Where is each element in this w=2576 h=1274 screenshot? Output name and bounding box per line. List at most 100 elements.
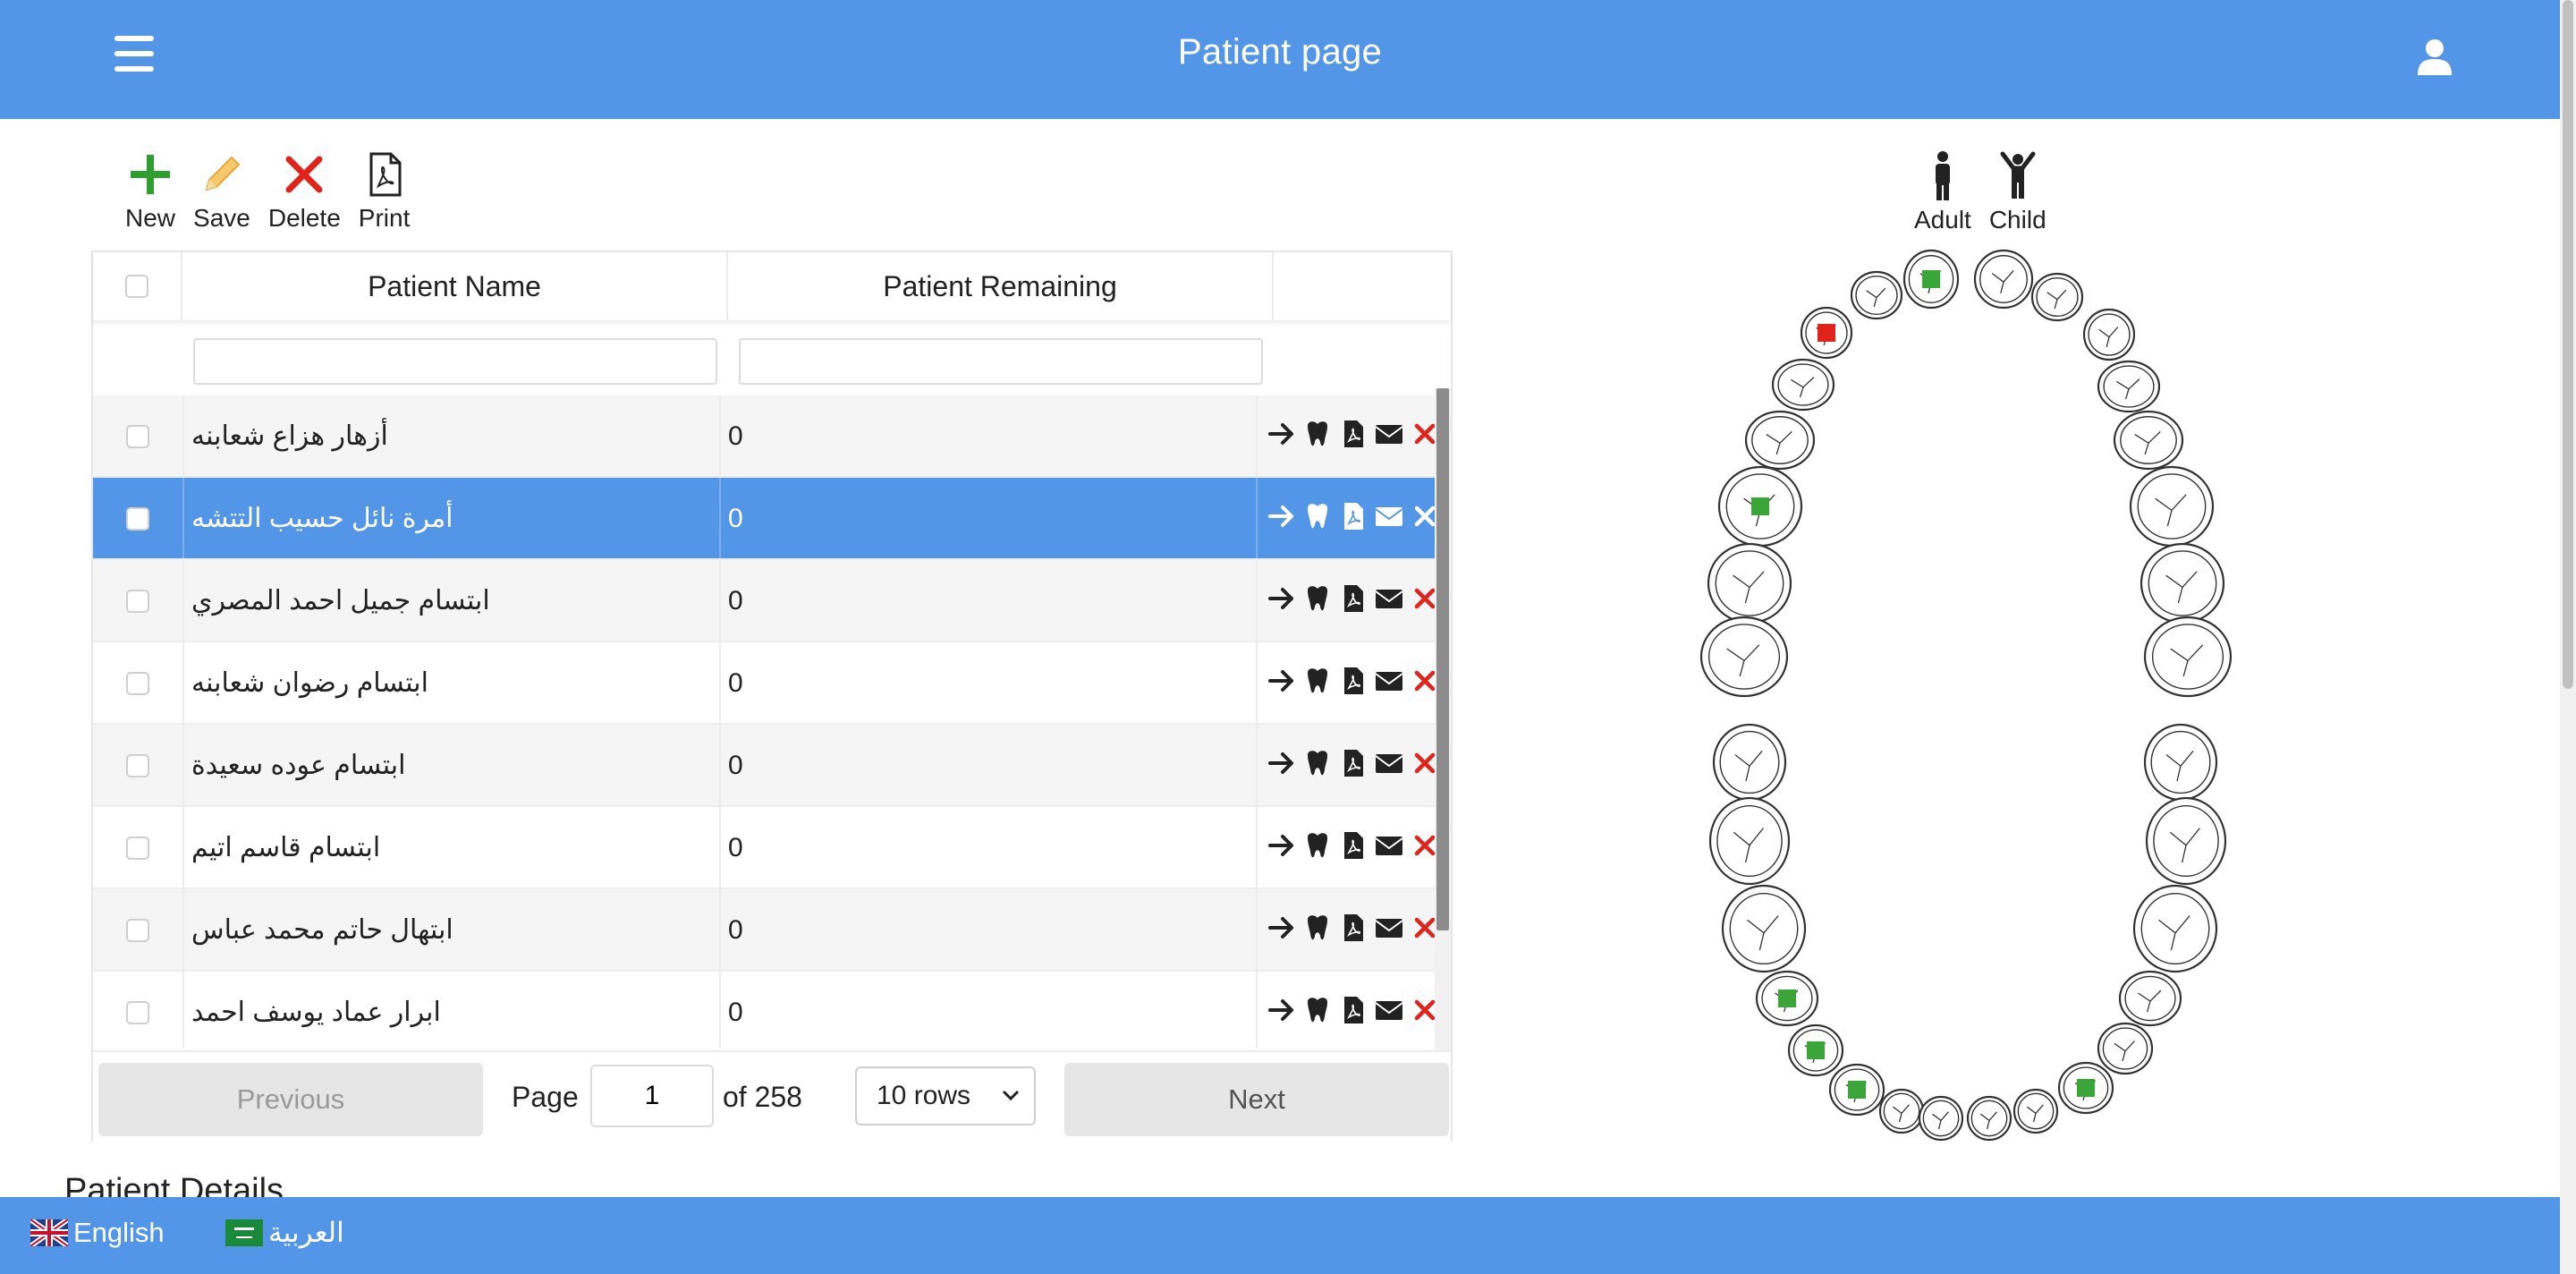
tooth[interactable] <box>1717 465 1803 548</box>
pdf-icon[interactable] <box>1338 501 1368 531</box>
arrow-right-icon[interactable] <box>1267 913 1297 943</box>
table-row[interactable]: ابتسام جميل احمد المصري 0 <box>93 560 1435 642</box>
row-checkbox[interactable] <box>126 919 149 942</box>
pdf-icon[interactable] <box>1338 583 1368 614</box>
tooth[interactable] <box>1699 616 1789 698</box>
tooth-icon[interactable] <box>1302 666 1333 696</box>
tooth[interactable] <box>1800 306 1853 360</box>
pdf-icon[interactable] <box>1338 995 1368 1025</box>
name-filter-input[interactable] <box>193 338 717 385</box>
rows-per-page-select[interactable]: 10 rows <box>855 1066 1036 1125</box>
tooth[interactable] <box>1708 796 1791 886</box>
arrow-right-icon[interactable] <box>1267 419 1297 449</box>
table-row[interactable]: ابتسام عوده سعيدة 0 <box>93 725 1435 807</box>
table-row[interactable]: أمرة نائل حسيب التتشه 0 <box>93 478 1435 560</box>
pdf-icon[interactable] <box>1338 913 1368 943</box>
tooth[interactable] <box>2082 308 2136 361</box>
arrow-right-icon[interactable] <box>1267 501 1297 531</box>
pdf-icon[interactable] <box>1338 748 1368 778</box>
close-icon[interactable] <box>1410 666 1435 696</box>
close-icon[interactable] <box>1410 419 1435 449</box>
tooth[interactable] <box>2140 542 2225 624</box>
tooth[interactable] <box>2129 465 2215 548</box>
table-row[interactable]: ابتسام قاسم اتيم 0 <box>93 807 1435 889</box>
envelope-icon[interactable] <box>1374 748 1404 778</box>
next-button[interactable]: Next <box>1064 1063 1449 1136</box>
tooth[interactable] <box>2143 616 2233 698</box>
page-scrollbar[interactable] <box>2560 0 2576 1274</box>
previous-button[interactable]: Previous <box>98 1063 483 1136</box>
arabic-language-link[interactable]: العربية <box>225 1217 344 1249</box>
envelope-icon[interactable] <box>1374 501 1404 531</box>
tooth[interactable] <box>1918 1095 1964 1142</box>
tooth[interactable] <box>2132 884 2218 973</box>
pdf-icon[interactable] <box>1338 666 1368 696</box>
arrow-right-icon[interactable] <box>1267 995 1297 1025</box>
tooth[interactable] <box>1787 1023 1844 1077</box>
tooth[interactable] <box>2143 723 2218 802</box>
envelope-icon[interactable] <box>1374 419 1404 449</box>
tooth-icon[interactable] <box>1302 501 1333 531</box>
new-button[interactable]: New <box>125 150 175 233</box>
tooth[interactable] <box>1771 358 1835 412</box>
row-checkbox[interactable] <box>126 754 149 777</box>
row-checkbox[interactable] <box>126 590 149 613</box>
tooth[interactable] <box>2057 1061 2114 1115</box>
adult-button[interactable]: Adult <box>1914 150 1971 234</box>
close-icon[interactable] <box>1410 501 1435 531</box>
tooth[interactable] <box>1744 410 1816 471</box>
delete-button[interactable]: Delete <box>268 150 341 233</box>
close-icon[interactable] <box>1410 748 1435 778</box>
child-button[interactable]: Child <box>1989 150 2046 234</box>
envelope-icon[interactable] <box>1374 995 1404 1025</box>
tooth-icon[interactable] <box>1302 419 1333 449</box>
arrow-right-icon[interactable] <box>1267 830 1297 861</box>
tooth[interactable] <box>1966 1095 2012 1142</box>
tooth[interactable] <box>2118 970 2182 1027</box>
user-icon[interactable] <box>2415 38 2454 77</box>
tooth[interactable] <box>2097 1022 2154 1075</box>
tooth[interactable] <box>1712 723 1787 802</box>
tooth[interactable] <box>1973 249 2034 310</box>
row-checkbox[interactable] <box>126 672 149 695</box>
tooth[interactable] <box>2097 360 2161 413</box>
tooth[interactable] <box>2113 410 2184 471</box>
tooth-icon[interactable] <box>1302 995 1333 1025</box>
table-row[interactable]: ابتهال حاتم محمد عباس 0 <box>93 889 1435 972</box>
tooth[interactable] <box>2145 796 2227 886</box>
tooth[interactable] <box>1721 884 1807 973</box>
english-language-link[interactable]: English <box>30 1217 165 1249</box>
tooth[interactable] <box>1707 542 1792 624</box>
save-button[interactable]: Save <box>193 150 250 233</box>
tooth[interactable] <box>1755 970 1819 1027</box>
column-header-name[interactable]: Patient Name <box>182 252 728 320</box>
print-button[interactable]: Print <box>359 150 410 233</box>
table-row[interactable]: أزهار هزاع شعابنه 0 <box>93 395 1435 478</box>
tooth-icon[interactable] <box>1302 913 1333 943</box>
table-row[interactable]: ابرار عماد يوسف احمد 0 <box>93 972 1435 1049</box>
pdf-icon[interactable] <box>1338 830 1368 861</box>
table-row[interactable]: ابتسام رضوان شعابنه 0 <box>93 642 1435 725</box>
close-icon[interactable] <box>1410 995 1435 1025</box>
envelope-icon[interactable] <box>1374 666 1404 696</box>
tooth-icon[interactable] <box>1302 583 1333 614</box>
arrow-right-icon[interactable] <box>1267 666 1297 696</box>
table-scrollbar[interactable] <box>1435 388 1451 1050</box>
row-checkbox[interactable] <box>126 1001 149 1024</box>
tooth[interactable] <box>2012 1088 2059 1134</box>
arrow-right-icon[interactable] <box>1267 583 1297 614</box>
remaining-filter-input[interactable] <box>739 338 1263 385</box>
pdf-icon[interactable] <box>1338 419 1368 449</box>
teeth-chart[interactable] <box>1682 242 2254 1154</box>
tooth-icon[interactable] <box>1302 748 1333 778</box>
tooth[interactable] <box>1828 1063 1885 1117</box>
close-icon[interactable] <box>1410 913 1435 943</box>
select-all-checkbox[interactable] <box>125 275 148 298</box>
tooth-icon[interactable] <box>1302 830 1333 861</box>
row-checkbox[interactable] <box>126 837 149 860</box>
close-icon[interactable] <box>1410 583 1435 614</box>
row-checkbox[interactable] <box>126 507 149 531</box>
envelope-icon[interactable] <box>1374 583 1404 614</box>
tooth[interactable] <box>1878 1088 1925 1134</box>
close-icon[interactable] <box>1410 830 1435 861</box>
